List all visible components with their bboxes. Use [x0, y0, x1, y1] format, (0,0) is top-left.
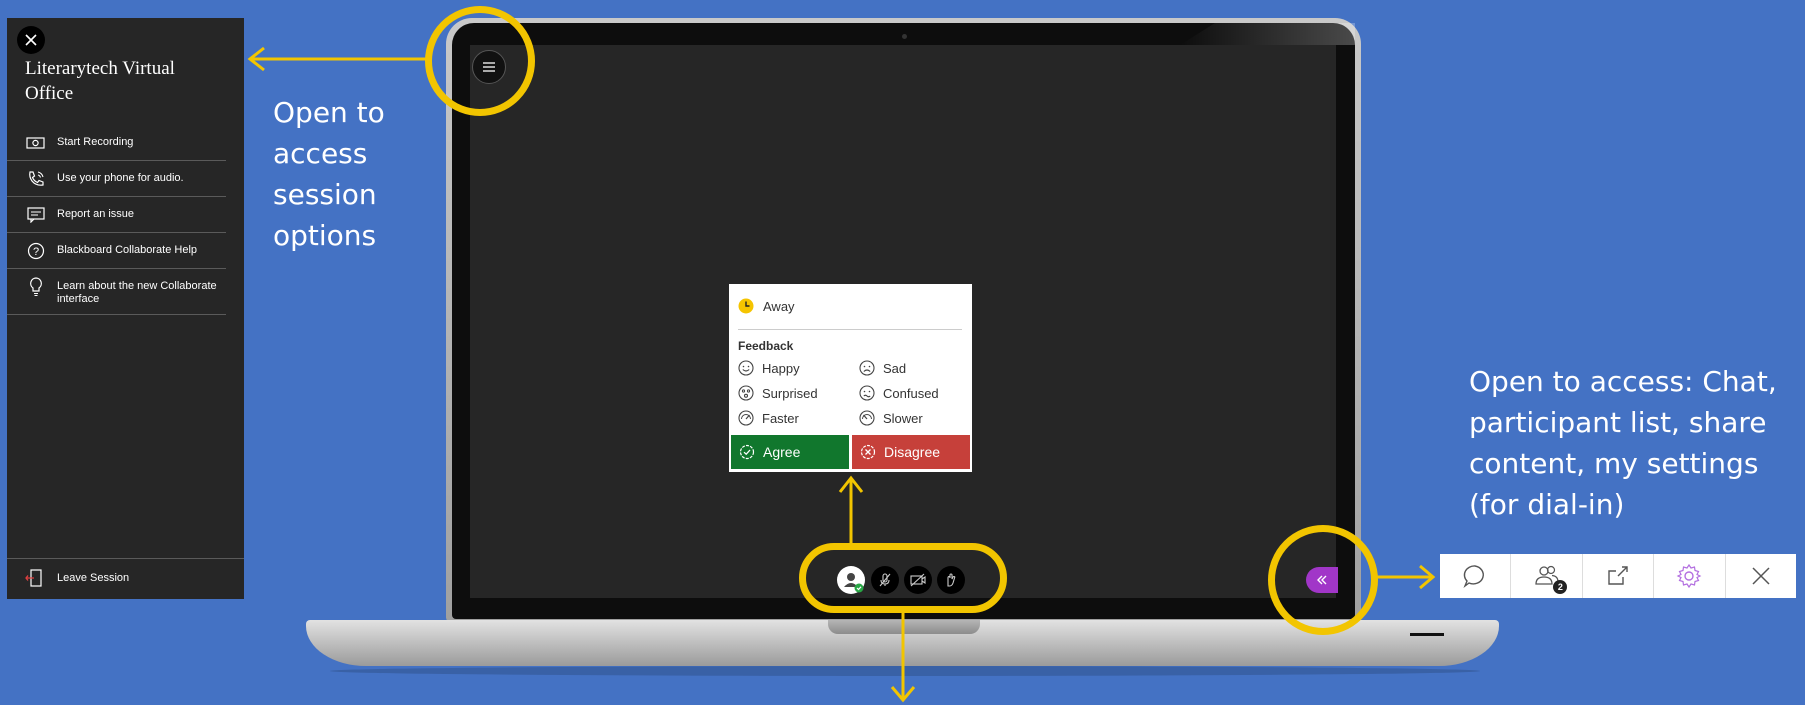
- lightbulb-icon: [25, 277, 47, 297]
- feedback-slower[interactable]: Slower: [859, 410, 923, 426]
- settings-icon: [1677, 563, 1702, 589]
- menu-item-label: Use your phone for audio.: [57, 172, 184, 184]
- menu-item-label: Start Recording: [57, 136, 134, 148]
- feedback-label: Faster: [762, 410, 799, 426]
- sad-icon: [859, 360, 875, 376]
- disagree-icon: [860, 444, 876, 460]
- laptop-indicator-light: [1410, 633, 1444, 636]
- leave-session-button[interactable]: Leave Session: [7, 558, 244, 587]
- my-settings-button[interactable]: [1654, 554, 1726, 598]
- chat-icon: [1463, 565, 1485, 589]
- feedback-surprised[interactable]: Surprised: [738, 385, 818, 401]
- menu-item-report-issue[interactable]: Report an issue: [7, 197, 226, 233]
- disagree-button[interactable]: Disagree: [852, 435, 970, 469]
- close-panel-button[interactable]: [1726, 554, 1796, 598]
- laptop-hinge-notch: [828, 620, 980, 634]
- participants-button[interactable]: 2: [1511, 554, 1583, 598]
- confused-icon: [859, 385, 875, 401]
- chat-button[interactable]: [1440, 554, 1512, 598]
- slower-icon: [859, 410, 875, 426]
- menu-item-help[interactable]: ? Blackboard Collaborate Help: [7, 233, 226, 269]
- phone-icon: [25, 170, 47, 188]
- record-icon: [25, 134, 47, 152]
- close-icon: [1752, 567, 1770, 585]
- feedback-sad[interactable]: Sad: [859, 360, 906, 376]
- highlight-ring-panel-toggle: [1268, 525, 1378, 635]
- disagree-label: Disagree: [884, 444, 941, 460]
- menu-item-label: Report an issue: [57, 208, 135, 220]
- surprised-icon: [738, 385, 754, 401]
- agree-icon: [739, 444, 755, 460]
- menu-item-label: Blackboard Collaborate Help: [57, 244, 198, 256]
- session-options-panel: Literarytech Virtual Office Start Record…: [7, 18, 244, 599]
- feedback-confused[interactable]: Confused: [859, 385, 939, 401]
- annotation-panel-access: Open to access: Chat, participant list, …: [1469, 365, 1777, 521]
- status-feedback-menu: Away Feedback Happy Sad Surprised Confus…: [729, 284, 972, 472]
- share-content-button[interactable]: [1583, 554, 1655, 598]
- webcam: [902, 34, 907, 39]
- feedback-label: Sad: [883, 360, 907, 376]
- session-menu: Start Recording Use your phone for audio…: [7, 125, 244, 315]
- svg-text:?: ?: [33, 246, 39, 258]
- clock-icon: [738, 298, 754, 314]
- agree-label: Agree: [763, 444, 801, 460]
- laptop-shadow: [330, 666, 1480, 676]
- agree-button[interactable]: Agree: [731, 435, 849, 469]
- divider: [738, 329, 962, 330]
- feedback-faster[interactable]: Faster: [738, 410, 799, 426]
- collaborate-panel-toolbar: 2: [1440, 554, 1796, 598]
- help-icon: ?: [25, 242, 47, 260]
- menu-item-phone-audio[interactable]: Use your phone for audio.: [7, 161, 226, 197]
- menu-item-start-recording[interactable]: Start Recording: [7, 125, 226, 161]
- report-icon: [25, 206, 47, 224]
- session-title: Literarytech Virtual Office: [25, 58, 175, 104]
- menu-item-label: Learn about the new Collaborate interfac…: [57, 280, 217, 305]
- feedback-label: Slower: [883, 410, 923, 426]
- status-away-option[interactable]: Away: [738, 298, 795, 314]
- faster-icon: [738, 410, 754, 426]
- feedback-happy[interactable]: Happy: [738, 360, 800, 376]
- highlight-ring-menu: [425, 6, 535, 116]
- highlight-ring-controls: [799, 543, 1007, 613]
- happy-icon: [738, 360, 754, 376]
- close-icon[interactable]: [17, 26, 45, 54]
- feedback-label: Confused: [883, 385, 939, 401]
- menu-item-learn-new-interface[interactable]: Learn about the new Collaborate interfac…: [7, 269, 226, 315]
- share-content-icon: [1608, 566, 1628, 585]
- leave-session-label: Leave Session: [57, 572, 130, 584]
- leave-icon: [25, 569, 47, 587]
- annotation-session-options: Open to access session options: [273, 96, 385, 252]
- feedback-label: Surprised: [762, 385, 818, 401]
- feedback-heading: Feedback: [738, 339, 794, 353]
- away-label: Away: [763, 298, 795, 314]
- feedback-label: Happy: [762, 360, 800, 376]
- participant-count-badge: 2: [1553, 580, 1568, 594]
